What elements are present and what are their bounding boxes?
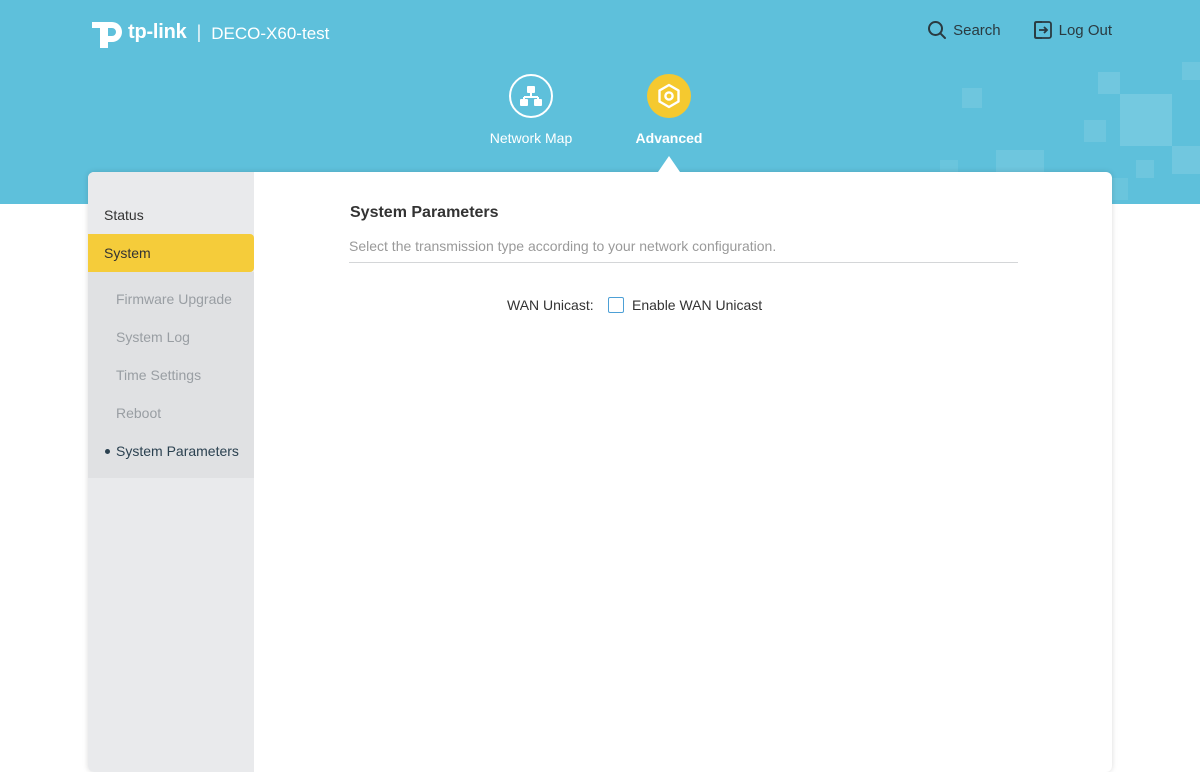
page-description: Select the transmission type according t… [349, 238, 1018, 263]
sidebar-item-system[interactable]: System [88, 234, 254, 272]
device-name: DECO-X60-test [211, 23, 330, 43]
advanced-gear-icon [647, 74, 691, 118]
sidebar-subnav: Firmware Upgrade System Log Time Setting… [88, 272, 254, 478]
sidebar-subitem-label: Firmware Upgrade [116, 291, 232, 307]
sidebar-item-status[interactable]: Status [88, 196, 254, 234]
sidebar-item-label: System [104, 245, 151, 261]
sidebar-subitem-system-log[interactable]: System Log [88, 318, 254, 356]
logout-icon [1033, 21, 1052, 39]
logout-button[interactable]: Log Out [1033, 20, 1112, 40]
tab-network-map[interactable]: Network Map [461, 74, 601, 146]
search-button[interactable]: Search [927, 20, 1001, 40]
active-tab-pointer [658, 156, 680, 172]
brand: tp-link | DECO-X60-test [88, 12, 329, 52]
tab-advanced[interactable]: Advanced [599, 74, 739, 146]
sidebar-subitem-label: Time Settings [116, 367, 202, 383]
sidebar-subitem-time-settings[interactable]: Time Settings [88, 356, 254, 394]
settings-panel: Status System Firmware Upgrade System Lo… [88, 172, 1112, 772]
page-title: System Parameters [350, 204, 499, 221]
brand-text: tp-link [128, 20, 187, 43]
sidebar-subitem-label: System Parameters [116, 443, 239, 459]
logout-label: Log Out [1058, 21, 1112, 39]
sidebar-subitem-reboot[interactable]: Reboot [88, 394, 254, 432]
sidebar-subitem-label: System Log [116, 329, 190, 345]
enable-wan-unicast-checkbox[interactable] [608, 297, 624, 313]
tab-advanced-label: Advanced [635, 130, 703, 146]
wan-unicast-label: WAN Unicast: [507, 297, 594, 313]
sidebar-subitem-system-parameters[interactable]: System Parameters [88, 432, 254, 470]
search-icon [928, 21, 947, 39]
sidebar-subitem-label: Reboot [116, 405, 162, 421]
tp-link-logo-icon [92, 22, 122, 48]
sidebar: Status System Firmware Upgrade System Lo… [88, 172, 254, 772]
enable-wan-unicast-label[interactable]: Enable WAN Unicast [632, 297, 762, 313]
network-map-icon [509, 74, 553, 118]
top-actions: Search Log Out [927, 20, 1112, 40]
search-label: Search [953, 21, 1001, 39]
active-bullet-icon [105, 449, 110, 454]
sidebar-item-label: Status [104, 207, 144, 223]
sidebar-subitem-firmware-upgrade[interactable]: Firmware Upgrade [88, 280, 254, 318]
brand-separator: | [196, 21, 202, 42]
tab-network-map-label: Network Map [489, 130, 573, 146]
